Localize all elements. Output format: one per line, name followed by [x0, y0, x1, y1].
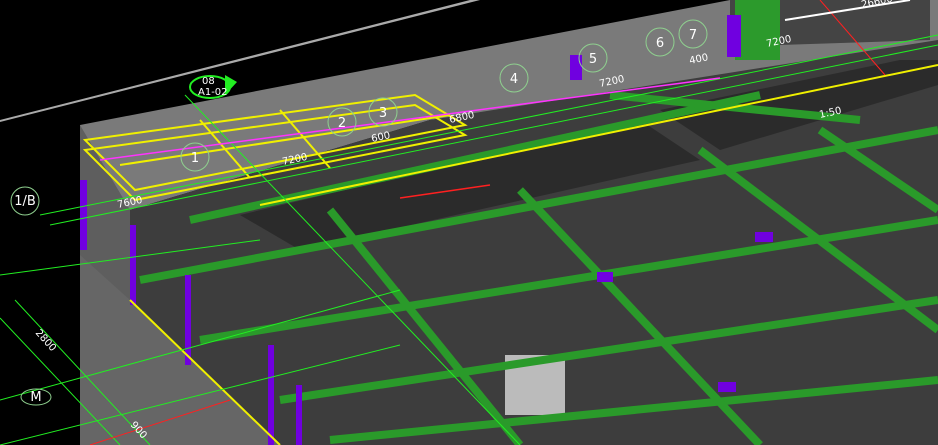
grid-bubble-label: 5: [589, 52, 597, 67]
row-bubble-label: M: [30, 390, 41, 405]
row-bubble[interactable]: 1/B: [10, 186, 40, 216]
grid-bubble-label: 6: [656, 36, 664, 51]
section-marker[interactable]: 08 A1-02: [189, 75, 237, 99]
dimension-label: 2800: [33, 328, 58, 354]
row-bubble-label: 1/B: [14, 194, 36, 209]
grid-bubble-label: 7: [689, 28, 697, 43]
grid-bubble-label: 4: [510, 72, 518, 87]
grid-bubble-label: 2: [338, 116, 346, 131]
grid-bubble-label: 3: [379, 106, 387, 121]
row-bubble[interactable]: M: [20, 388, 52, 406]
section-number: 08: [202, 76, 215, 87]
green-wall: [735, 0, 780, 60]
section-sheet: A1-02: [198, 87, 228, 98]
cad-3d-viewport[interactable]: 08 A1-02 1 2 3 4 5 6 7 1/B M 7600 7200 6…: [0, 0, 938, 445]
grid-bubble-label: 1: [191, 151, 199, 166]
